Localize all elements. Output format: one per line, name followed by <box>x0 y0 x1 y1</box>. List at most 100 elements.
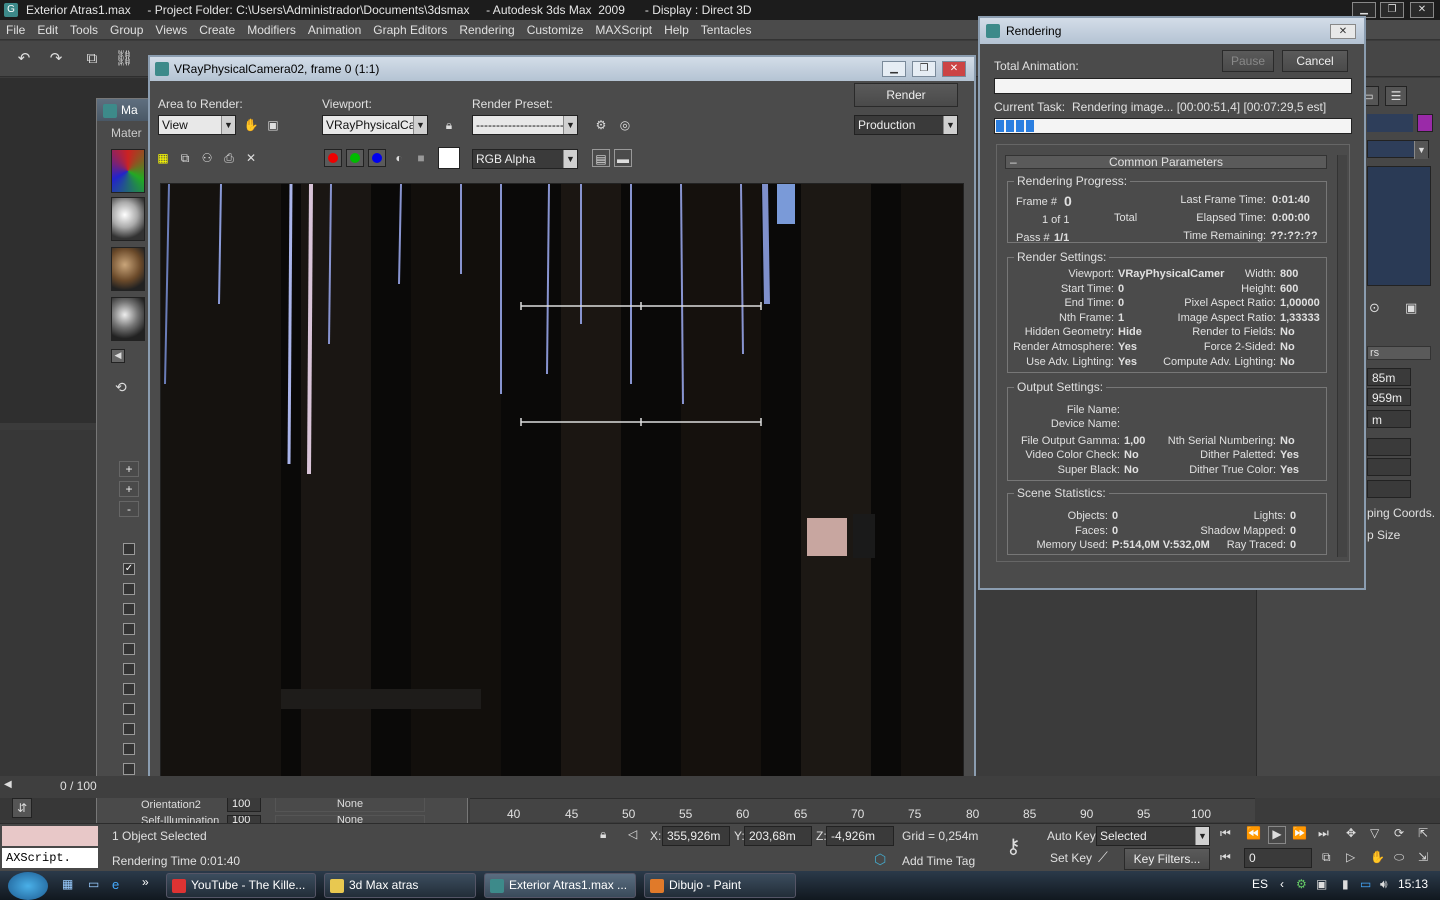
utilities-icon[interactable]: ☰ <box>1385 86 1407 106</box>
dolly-icon[interactable]: ▷ <box>1346 850 1364 868</box>
save-image-icon[interactable]: ▦ <box>154 149 172 167</box>
object-name-field[interactable] <box>1367 114 1413 132</box>
viewport-bottom-left[interactable] <box>0 430 100 820</box>
modifier-stack[interactable] <box>1367 166 1431 286</box>
tray-battery-icon[interactable]: ▮ <box>1342 877 1349 891</box>
collapse-rollout-button[interactable]: - <box>119 501 139 517</box>
maxscript-listener-mini[interactable] <box>2 826 98 846</box>
object-color-swatch[interactable] <box>1417 114 1433 132</box>
toggle-ui-icon[interactable]: ▬ <box>614 149 632 167</box>
undo-icon[interactable]: ↶ <box>14 49 34 69</box>
map-size-checkbox-label[interactable]: p Size <box>1367 528 1400 542</box>
roll-icon[interactable]: ⇱ <box>1418 826 1436 844</box>
spinner-field-4[interactable] <box>1367 438 1411 456</box>
spinner-field-2[interactable]: 959m <box>1367 388 1411 406</box>
alpha-channel-icon[interactable]: ◐ <box>390 149 408 167</box>
cancel-button[interactable]: Cancel <box>1282 50 1348 72</box>
get-material-icon[interactable]: ⟲ <box>115 379 127 396</box>
pan-icon[interactable]: ✋ <box>1370 850 1388 868</box>
mini-curve-editor-icon[interactable]: ⇵ <box>12 798 32 818</box>
tracking-icon[interactable]: ⚇ <box>198 149 216 167</box>
map-checkbox-2[interactable]: ✓ <box>123 563 135 575</box>
unlink-icon[interactable]: ⛓ <box>114 49 134 69</box>
vfb-minimize-button[interactable]: ▁ <box>882 61 906 77</box>
taskbar-item-youtube[interactable]: YouTube - The Kille... <box>166 873 316 898</box>
map-checkbox-6[interactable] <box>123 643 135 655</box>
blue-channel-toggle[interactable] <box>368 149 386 167</box>
spinner-field-6[interactable] <box>1367 480 1411 498</box>
render-setup-icon[interactable]: ⚙ <box>592 116 610 134</box>
go-to-end-icon[interactable]: ⏭ <box>1318 826 1334 844</box>
taskbar-item-paint[interactable]: Dibujo - Paint <box>644 873 796 898</box>
start-button[interactable] <box>8 872 48 900</box>
menu-tools[interactable]: Tools <box>64 20 104 40</box>
zoom-icon[interactable]: ✥ <box>1346 826 1364 844</box>
material-slot-1[interactable] <box>111 149 145 193</box>
tray-network-icon[interactable]: ⚙ <box>1296 877 1307 891</box>
key-filters-button[interactable]: Key Filters... <box>1124 848 1210 870</box>
production-dropdown[interactable]: Production ▼ <box>854 115 958 135</box>
channel-dropdown[interactable]: RGB Alpha ▼ <box>472 149 578 169</box>
go-to-start-icon[interactable]: ⏮ <box>1220 826 1236 844</box>
tray-monitor-icon[interactable]: ▭ <box>1360 877 1371 891</box>
map-checkbox-3[interactable] <box>123 583 135 595</box>
spinner-field-5[interactable] <box>1367 458 1411 476</box>
x-coordinate-field[interactable]: 355,926m <box>662 826 730 846</box>
menu-tentacles[interactable]: Tentacles <box>695 20 758 40</box>
pin-stack-icon[interactable]: ⊙ <box>1369 300 1387 318</box>
parameters-scrollbar[interactable] <box>1337 155 1347 557</box>
rollout-header[interactable]: rs <box>1367 346 1431 360</box>
play-icon[interactable]: ▶ <box>1268 826 1286 844</box>
key-tangent-icon[interactable]: ⟋ <box>1098 849 1118 869</box>
internet-explorer-icon[interactable]: e <box>112 877 130 893</box>
time-tag-icon[interactable]: ⬡ <box>874 851 892 869</box>
common-parameters-rollout[interactable]: – Common Parameters <box>1005 155 1327 169</box>
menu-group[interactable]: Group <box>104 20 149 40</box>
display-mode-icon[interactable]: ▤ <box>592 149 610 167</box>
menu-edit[interactable]: Edit <box>31 20 64 40</box>
y-coordinate-field[interactable]: 203,68m <box>744 826 812 846</box>
track-bar[interactable]: 40 45 50 55 60 65 70 75 80 85 90 95 100 <box>470 798 1255 822</box>
configure-modifier-icon[interactable]: ▣ <box>1405 300 1423 318</box>
map-checkbox-12[interactable] <box>123 763 135 775</box>
render-button[interactable]: Render <box>854 83 958 107</box>
field-of-view-icon[interactable]: ▽ <box>1370 826 1388 844</box>
material-slot-4[interactable] <box>111 297 145 341</box>
render-image[interactable] <box>160 183 964 787</box>
map-checkbox-1[interactable] <box>123 543 135 555</box>
quick-launch-expand-icon[interactable]: » <box>142 875 149 889</box>
tray-display-icon[interactable]: ▣ <box>1316 877 1327 891</box>
frame-counter[interactable]: 0 / 100 <box>60 779 97 793</box>
menu-animation[interactable]: Animation <box>302 20 367 40</box>
edit-region-icon[interactable]: ✋ <box>242 116 260 134</box>
menu-customize[interactable]: Customize <box>521 20 590 40</box>
modifier-dropdown[interactable]: ▼ <box>1367 140 1429 159</box>
taskbar-item-3dsmax[interactable]: Exterior Atras1.max ... <box>484 873 636 898</box>
green-channel-toggle[interactable] <box>346 149 364 167</box>
monochrome-icon[interactable]: ■ <box>412 149 430 167</box>
material-slot-3[interactable] <box>111 247 145 291</box>
absolute-mode-icon[interactable]: ◁ <box>628 827 644 843</box>
map-checkbox-11[interactable] <box>123 743 135 755</box>
area-to-render-dropdown[interactable]: View ▼ <box>158 115 236 135</box>
color-swatch[interactable] <box>438 147 460 169</box>
redo-icon[interactable]: ↷ <box>46 49 66 69</box>
time-config-icon[interactable]: ⧉ <box>1322 850 1338 868</box>
material-editor-menu[interactable]: Mater <box>111 126 142 140</box>
menu-help[interactable]: Help <box>658 20 695 40</box>
auto-region-icon[interactable]: ▣ <box>264 116 282 134</box>
current-frame-field[interactable]: 0 <box>1244 848 1312 868</box>
map-checkbox-8[interactable] <box>123 683 135 695</box>
add-time-tag-button[interactable]: Add Time Tag <box>902 854 975 868</box>
vfb-maximize-button[interactable]: ❐ <box>912 61 936 77</box>
select-link-icon[interactable]: ⧉ <box>82 49 102 69</box>
menu-file[interactable]: File <box>0 20 31 40</box>
menu-graph-editors[interactable]: Graph Editors <box>367 20 453 40</box>
key-set-dropdown[interactable]: Selected ▼ <box>1096 826 1210 846</box>
maximize-viewport-icon[interactable]: ⇲ <box>1418 850 1436 868</box>
spinner-field-3[interactable]: m <box>1367 410 1411 428</box>
tray-expand-icon[interactable]: ‹ <box>1280 877 1284 891</box>
key-mode-toggle-icon[interactable]: ⏮ <box>1220 850 1236 868</box>
spinner-field-1[interactable]: 85m <box>1367 368 1411 386</box>
lock-viewport-icon[interactable]: 🔒︎ <box>440 116 458 134</box>
